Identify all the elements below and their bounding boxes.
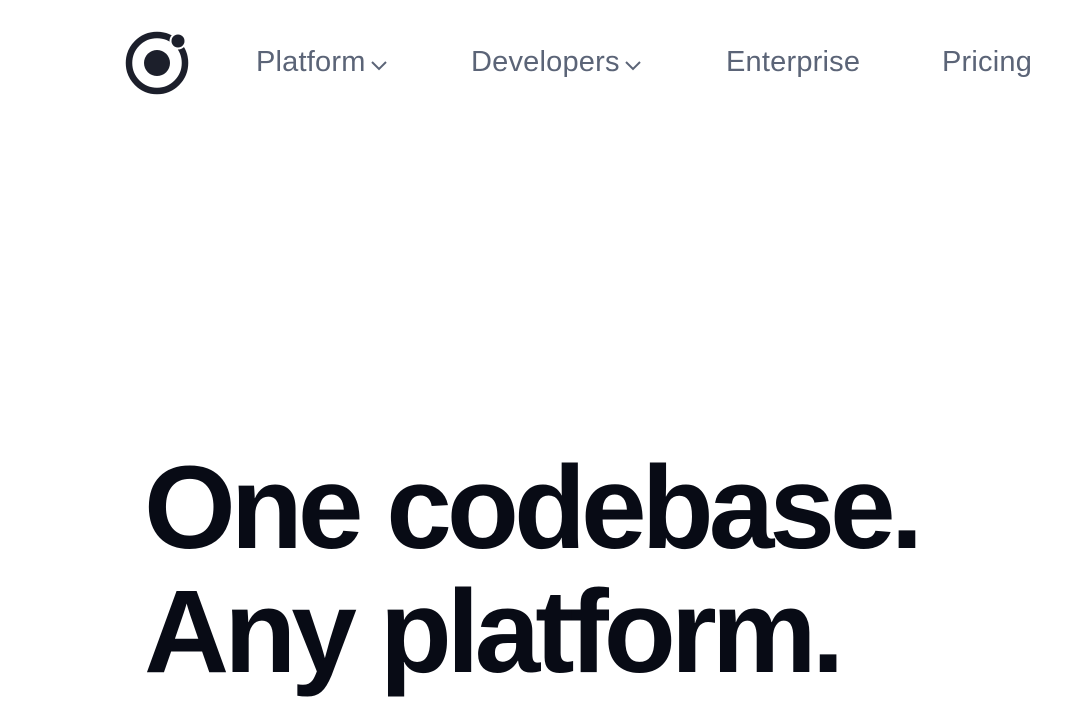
- hero-headline: One codebase. Any platform.: [144, 442, 923, 698]
- nav-developers-label: Developers: [471, 45, 620, 78]
- nav-developers[interactable]: Developers: [471, 40, 642, 84]
- nav-platform-label: Platform: [256, 45, 366, 78]
- nav-pricing[interactable]: Pricing: [942, 40, 1032, 84]
- hero-headline-line-1: One codebase.: [144, 442, 923, 574]
- page: Platform Developers Enterprise Pricing O…: [0, 0, 1088, 710]
- ionic-logo-icon[interactable]: [124, 29, 192, 97]
- nav-pricing-label: Pricing: [942, 45, 1033, 78]
- chevron-down-icon: [624, 59, 642, 71]
- chevron-down-icon: [370, 59, 388, 71]
- hero-headline-line-2: Any platform.: [144, 566, 845, 698]
- nav-enterprise[interactable]: Enterprise: [726, 40, 860, 84]
- nav-platform[interactable]: Platform: [256, 40, 388, 84]
- nav-enterprise-label: Enterprise: [726, 45, 861, 78]
